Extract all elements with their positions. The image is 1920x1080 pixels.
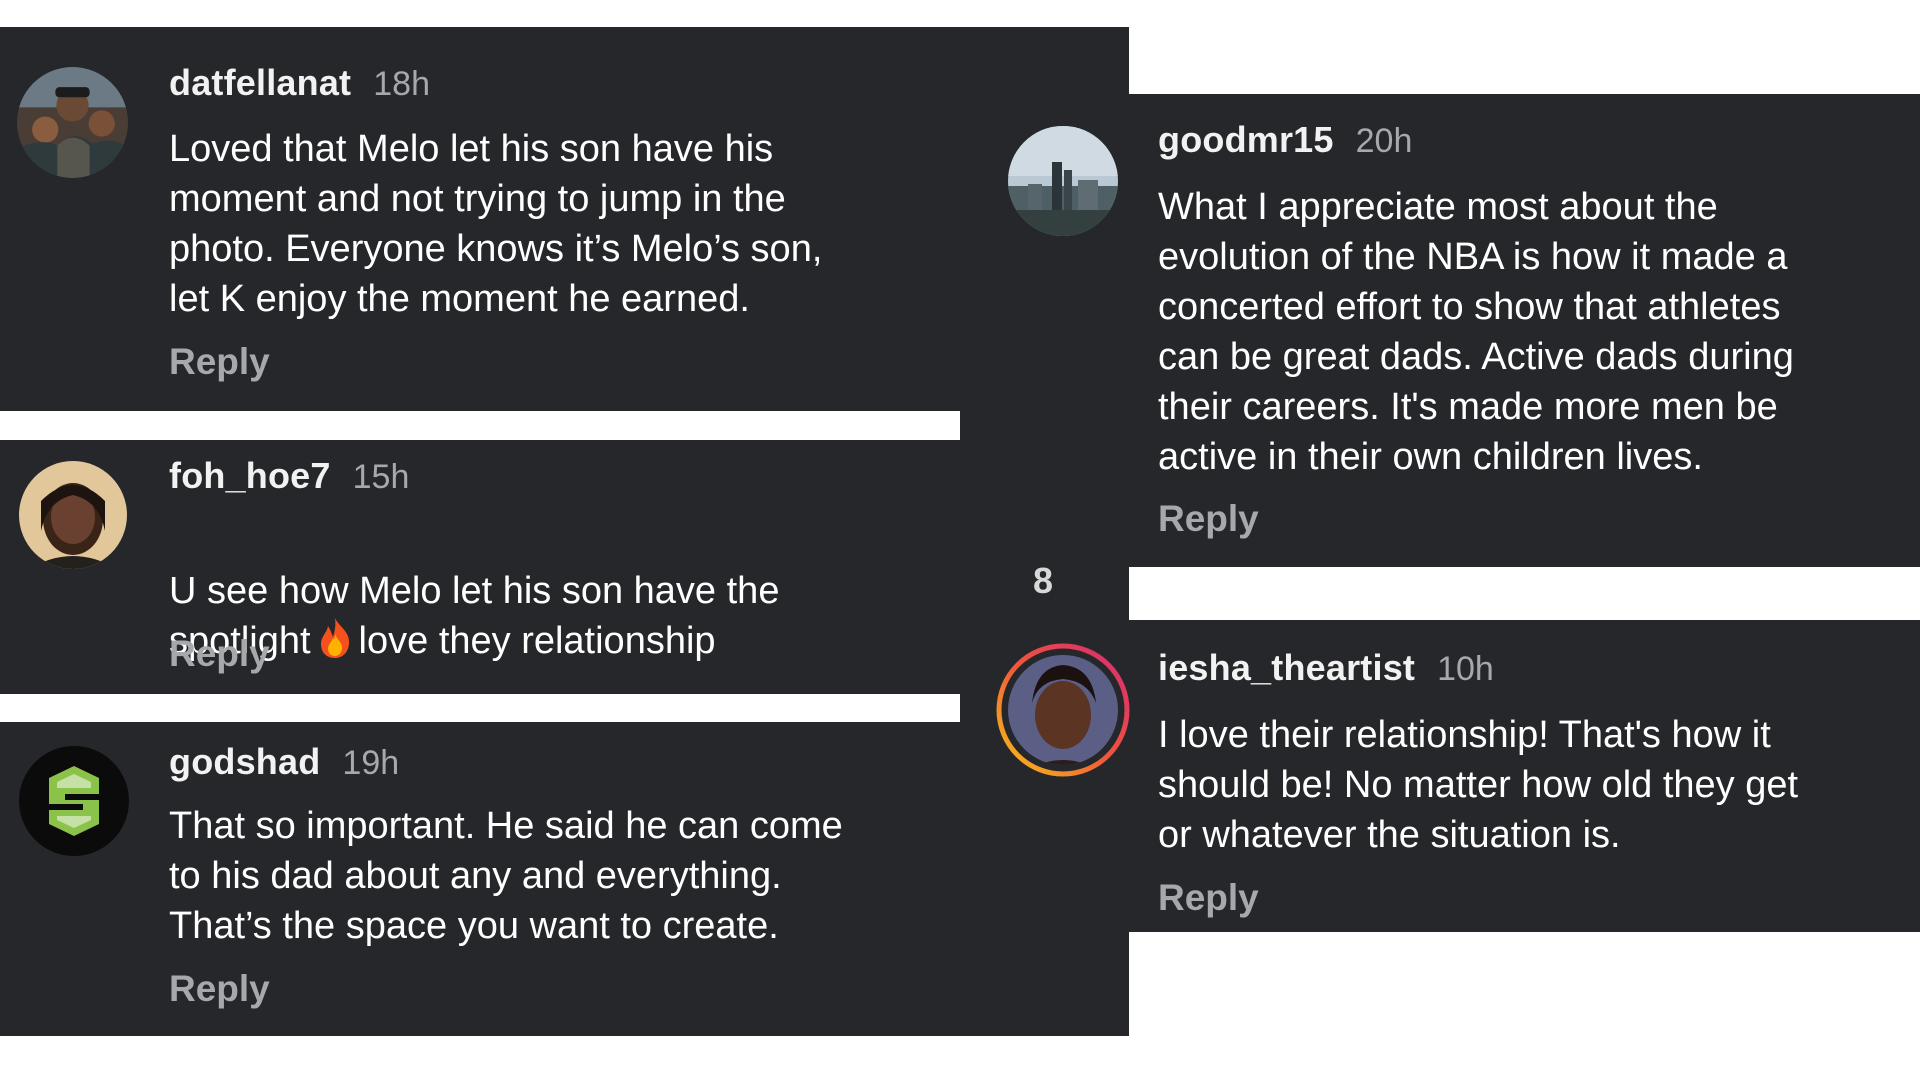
timestamp: 18h (373, 65, 430, 103)
timestamp: 10h (1437, 650, 1494, 688)
reply-button[interactable]: Reply (169, 968, 270, 1010)
comment-collage: datfellanat 18h Loved that Melo let his … (0, 0, 1920, 1080)
reply-button[interactable]: Reply (169, 633, 270, 675)
avatar[interactable] (1008, 126, 1118, 236)
username[interactable]: iesha_theartist (1158, 647, 1415, 689)
username[interactable]: goodmr15 (1158, 119, 1334, 161)
reply-button[interactable]: Reply (169, 341, 270, 383)
comment-text-part: love they relationship (358, 620, 716, 662)
comment-text: U see how Melo let his son have the spot… (169, 516, 949, 666)
selfie-avatar-icon (19, 461, 127, 569)
fire-emoji-icon (320, 618, 349, 658)
reply-button[interactable]: Reply (1158, 877, 1259, 919)
avatar[interactable] (19, 746, 129, 856)
green-s-logo-avatar-icon (19, 746, 129, 856)
comment-text: That so important. He said he can come t… (169, 805, 843, 947)
timestamp: 19h (342, 744, 400, 782)
city-skyline-avatar-icon (1008, 126, 1118, 236)
username[interactable]: datfellanat (169, 62, 351, 104)
username[interactable]: foh_hoe7 (169, 455, 331, 497)
avatar[interactable] (996, 643, 1130, 777)
avatar[interactable] (19, 461, 127, 569)
portrait-story-ring-avatar-icon (996, 643, 1130, 777)
comment-text: What I appreciate most about the evoluti… (1158, 186, 1794, 478)
username[interactable]: godshad (169, 741, 320, 783)
comment-text: I love their relationship! That's how it… (1158, 714, 1799, 856)
avatar[interactable] (17, 67, 128, 178)
timestamp: 15h (352, 458, 410, 496)
family-photo-avatar-icon (17, 67, 128, 178)
like-count: 8 (1033, 560, 1054, 601)
timestamp: 20h (1355, 122, 1413, 160)
comment-text: Loved that Melo let his son have his mom… (169, 128, 823, 320)
reply-button[interactable]: Reply (1158, 498, 1259, 540)
